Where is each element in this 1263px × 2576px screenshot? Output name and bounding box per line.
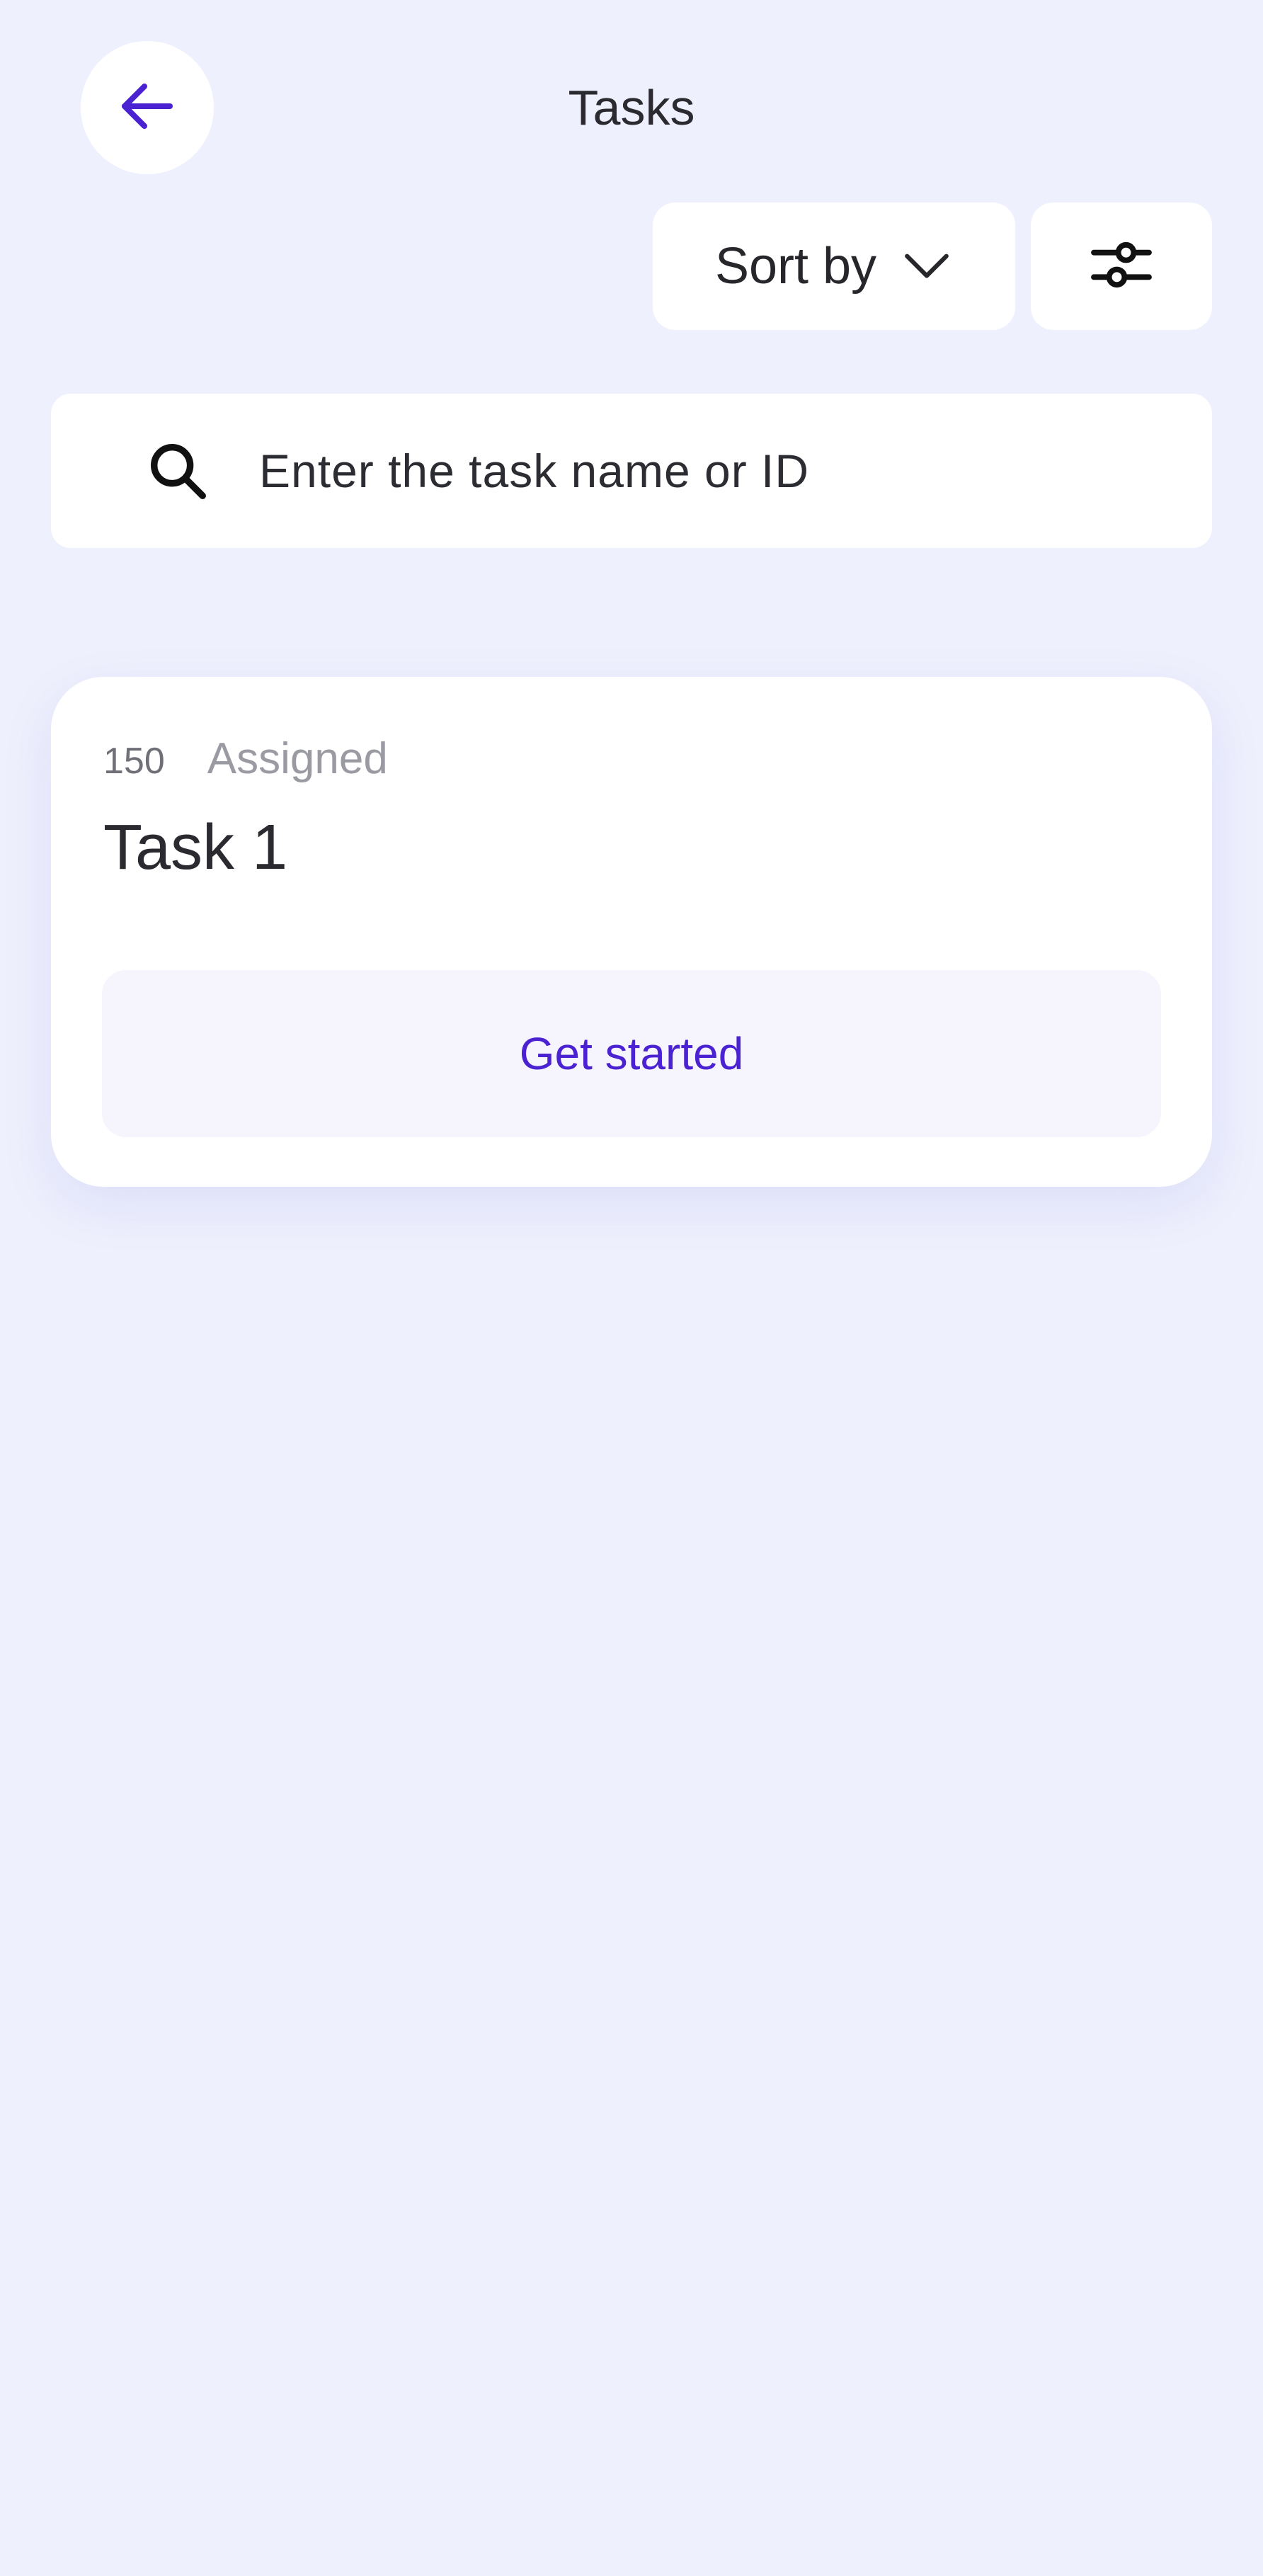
task-status: Assigned (207, 734, 388, 783)
sort-by-button[interactable]: Sort by (653, 203, 1015, 330)
chevron-down-icon (901, 239, 953, 295)
task-meta: 150 Assigned (103, 734, 388, 784)
task-card[interactable]: 150 Assigned Task 1 Get started (51, 677, 1212, 1187)
task-id: 150 (103, 741, 165, 782)
get-started-button[interactable]: Get started (102, 970, 1161, 1137)
search-input[interactable] (258, 428, 1212, 514)
task-name: Task 1 (103, 812, 288, 883)
get-started-label: Get started (519, 1028, 744, 1079)
search-bar (51, 394, 1212, 548)
search-icon (144, 438, 211, 504)
page-title: Tasks (568, 80, 695, 135)
filter-button[interactable] (1031, 203, 1212, 330)
sort-by-label: Sort by (714, 238, 877, 295)
sliders-icon (1085, 228, 1158, 305)
